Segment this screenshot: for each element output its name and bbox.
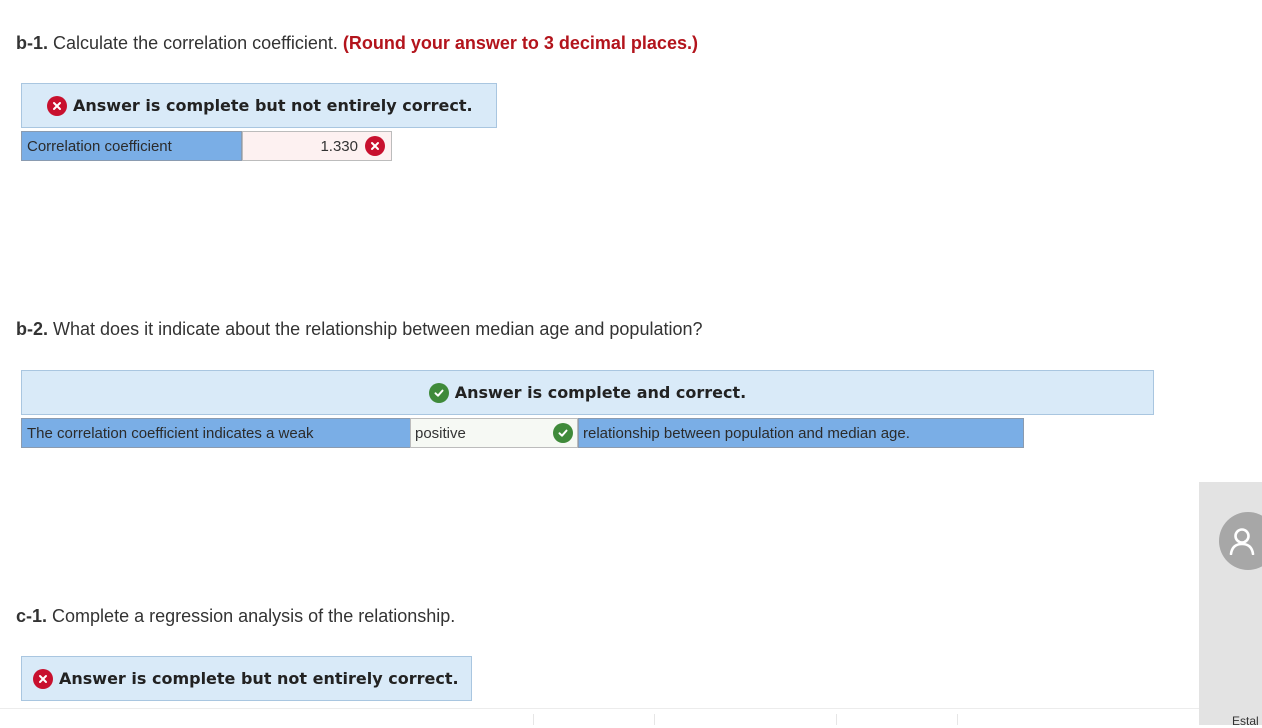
banner-text: Answer is complete but not entirely corr…	[59, 669, 459, 688]
rounding-hint: (Round your answer to 3 decimal places.)	[342, 33, 698, 53]
question-text: Calculate the correlation coefficient.	[53, 33, 338, 53]
feedback-banner-incorrect: Answer is complete but not entirely corr…	[21, 83, 497, 128]
x-circle-icon	[33, 668, 53, 689]
column-divider	[654, 714, 655, 725]
side-panel: Estal	[1199, 482, 1262, 728]
check-circle-icon	[553, 423, 573, 443]
selected-option: positive	[415, 424, 466, 442]
check-circle-icon	[428, 382, 449, 403]
side-panel-text[interactable]: Estal	[1232, 714, 1259, 728]
prefix-text: The correlation coefficient indicates a …	[27, 424, 314, 442]
feedback-banner-incorrect: Answer is complete but not entirely corr…	[21, 656, 472, 701]
answer-row-prefix: The correlation coefficient indicates a …	[21, 418, 411, 448]
question-text: What does it indicate about the relation…	[53, 319, 703, 339]
question-b2: b-2. What does it indicate about the rel…	[16, 319, 703, 340]
column-divider	[957, 714, 958, 725]
table-top-border	[0, 708, 1199, 709]
answer-row-label: Correlation coefficient	[21, 131, 242, 161]
question-number: b-1.	[16, 33, 49, 53]
label-text: Correlation coefficient	[27, 137, 172, 155]
x-circle-icon	[47, 95, 67, 116]
question-number: c-1.	[16, 606, 48, 626]
relationship-dropdown[interactable]: positive	[410, 418, 578, 448]
banner-text: Answer is complete but not entirely corr…	[73, 96, 473, 115]
question-b1: b-1. Calculate the correlation coefficie…	[16, 33, 698, 54]
suffix-text: relationship between population and medi…	[583, 424, 910, 442]
input-value: 1.330	[320, 137, 358, 155]
question-number: b-2.	[16, 319, 49, 339]
answer-row-suffix: relationship between population and medi…	[578, 418, 1024, 448]
column-divider	[533, 714, 534, 725]
x-circle-icon	[365, 136, 385, 156]
correlation-input[interactable]: 1.330	[242, 131, 392, 161]
question-c1: c-1. Complete a regression analysis of t…	[16, 606, 455, 627]
banner-text: Answer is complete and correct.	[454, 383, 747, 402]
question-text: Complete a regression analysis of the re…	[52, 606, 456, 626]
column-divider	[836, 714, 837, 725]
feedback-banner-correct: Answer is complete and correct.	[21, 370, 1154, 415]
user-icon[interactable]	[1219, 512, 1262, 570]
